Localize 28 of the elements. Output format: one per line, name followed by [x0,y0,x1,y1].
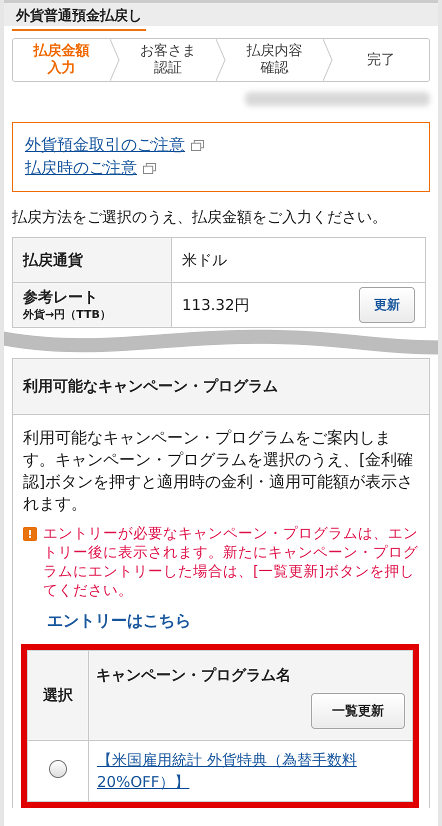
notice-link[interactable]: 外貨預金取引のご注意 [25,135,185,156]
step-label: 入力 [47,60,76,77]
table-cell: 米ドル [172,238,426,282]
page-title: 外貨普通預金払戻し [12,7,146,31]
description-text: 利用可能なキャンペーン・プログラムをご案内します。キャンペーン・プログラムを選択のうえ、[金利確認]ボタンを押すと適用時の金利・適用可能額が表示されます。 [23,427,414,515]
entry-link[interactable]: エントリーはこちら [47,611,191,632]
warning-text: エントリーが必要なキャンペーン・プログラムは、エントリー後に表示されます。新たにキャンペーン・プログラムにエントリーした場合は、[一覧更新]ボタンを押してください。 [43,525,419,601]
instruction-text: 払戻方法をご選択のうえ、払戻金額をご入力ください。 [12,208,388,227]
table-header-cell: 選択 [28,650,88,740]
step-label: 確認 [260,60,288,77]
new-window-icon [191,140,204,151]
rate-sublabel: 外貨→円（TTB） [23,307,112,322]
rate-value: 113.32円 [182,296,250,314]
rate-label: 参考レート [23,288,99,307]
new-window-icon [143,163,156,174]
step-label: お客さま [140,43,196,60]
step-label: 払戻内容 [246,43,302,60]
radio-button[interactable] [49,760,67,778]
step-label: 完了 [366,52,395,68]
step-label: 認証 [154,60,182,77]
panel-title: 利用可能なキャンペーン・プログラム [23,377,278,395]
list-refresh-button[interactable]: 一覧更新 [311,693,405,729]
step-label: 払戻金額 [33,43,90,60]
table-header-cell: 払戻通貨 [12,238,172,282]
refresh-button[interactable]: 更新 [359,287,415,323]
notice-link[interactable]: 払戻時のご注意 [25,158,137,179]
column-title: キャンペーン・プログラム名 [96,666,291,685]
warning-icon: ! [23,527,37,541]
